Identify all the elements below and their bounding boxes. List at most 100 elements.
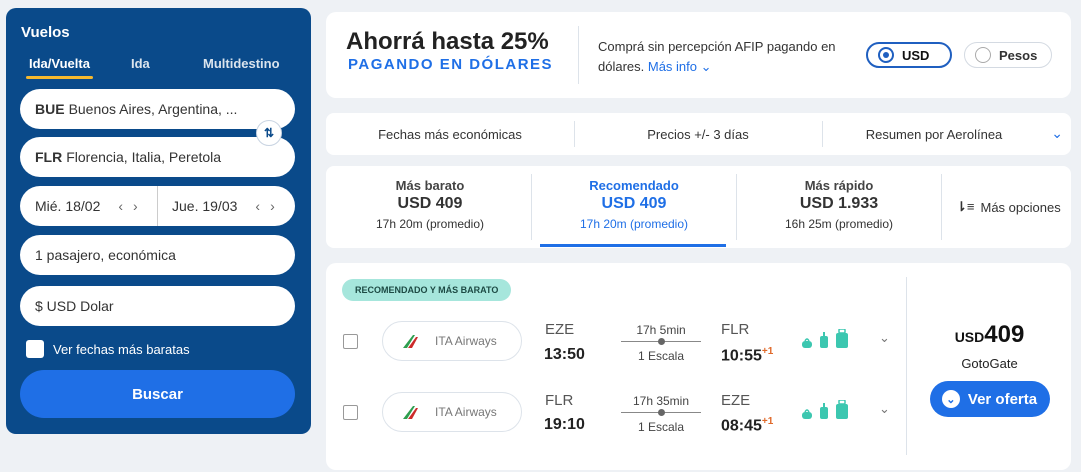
- stops-count: 1 Escala: [637, 349, 685, 363]
- origin-field[interactable]: BUE Buenos Aires, Argentina, ...: [20, 89, 295, 129]
- airline-chip: ITA Airways: [382, 321, 522, 361]
- swap-icon[interactable]: ⇅: [256, 120, 282, 146]
- depart-date-field[interactable]: Mié. 18/02 ‹ ›: [35, 186, 138, 226]
- destination-airport: EZE: [721, 392, 751, 409]
- sort-fastest[interactable]: Más rápido USD 1.933 16h 25m (promedio): [739, 166, 939, 248]
- baggage-icons: [801, 400, 849, 420]
- route-line: [621, 409, 701, 416]
- tab-round-trip[interactable]: Ida/Vuelta: [26, 56, 93, 79]
- view-offer-label: Ver oferta: [967, 390, 1038, 408]
- sort-cheapest[interactable]: Más barato USD 409 17h 20m (promedio): [330, 166, 530, 248]
- flight-duration: 17h 35min: [632, 394, 690, 408]
- origin-airport: EZE: [545, 321, 575, 338]
- plus-day-indicator: +1: [761, 346, 774, 357]
- price-value: 409: [984, 321, 1025, 348]
- sort-label: Más barato: [395, 178, 465, 193]
- currency-field[interactable]: $ USD Dolar: [20, 286, 295, 326]
- leg-checkbox[interactable]: [343, 405, 358, 420]
- chevron-right-icon[interactable]: ›: [133, 198, 138, 214]
- ita-airways-logo: [403, 406, 418, 419]
- arrive-time: 08:45+1: [721, 416, 774, 435]
- checked-bag-icon: [836, 400, 848, 419]
- flight-duration: 17h 5min: [636, 323, 686, 337]
- sort-divider: [941, 174, 942, 240]
- more-info-link[interactable]: Más info ⌄: [648, 59, 712, 74]
- sort-price: USD 409: [601, 195, 667, 212]
- depart-time: 13:50: [544, 346, 585, 363]
- more-options-button[interactable]: ⇂≡ Más opciones: [956, 166, 1061, 248]
- sort-bar: Más barato USD 409 17h 20m (promedio) Re…: [326, 166, 1071, 248]
- sort-recommended[interactable]: Recomendado USD 409 17h 20m (promedio): [534, 166, 734, 248]
- sort-divider: [736, 174, 737, 240]
- sort-label: Más rápido: [804, 178, 874, 193]
- chevron-down-icon: ⌄: [941, 390, 960, 408]
- cheap-dates-option[interactable]: Ver fechas más baratas: [26, 340, 190, 358]
- promo-title: Ahorrá hasta 25%: [346, 28, 549, 55]
- chevron-down-icon[interactable]: ⌄: [879, 401, 890, 417]
- usd-label: USD: [902, 47, 930, 63]
- leg-checkbox[interactable]: [343, 334, 358, 349]
- sort-icon: ⇂≡: [956, 199, 975, 214]
- radio-selected-icon: [878, 47, 894, 63]
- search-button[interactable]: Buscar: [20, 370, 295, 418]
- flight-result-card: RECOMENDADO Y MÁS BARATO ITA Airways EZE…: [326, 263, 1071, 470]
- chevron-down-icon[interactable]: ⌄: [879, 330, 890, 346]
- ita-airways-logo: [403, 335, 418, 348]
- promo-subtitle: PAGANDO EN DÓLARES: [348, 56, 554, 73]
- active-tab-indicator: [540, 244, 726, 247]
- flight-leg-outbound[interactable]: ITA Airways EZE 13:50 17h 5min 1 Escala …: [326, 319, 901, 379]
- baggage-icons: [801, 329, 849, 349]
- pesos-label: Pesos: [999, 47, 1038, 63]
- plus-day-indicator: +1: [761, 416, 774, 427]
- checked-bag-icon: [836, 329, 848, 348]
- chevron-down-icon[interactable]: ⌄: [1051, 125, 1063, 142]
- passengers-field[interactable]: 1 pasajero, económica: [20, 235, 295, 275]
- carry-on-icon: [820, 332, 828, 348]
- personal-item-icon: [802, 409, 812, 419]
- sort-duration: 16h 25m (promedio): [784, 217, 894, 231]
- promo-description: Comprá sin percepción AFIP pagando en dó…: [598, 39, 836, 74]
- depart-time: 19:10: [544, 416, 585, 433]
- chevron-down-icon: ⌄: [700, 59, 712, 74]
- provider-name: GotoGate: [961, 356, 1018, 371]
- origin-code: BUE: [35, 101, 65, 117]
- pesos-option[interactable]: Pesos: [964, 42, 1052, 68]
- airline-name: ITA Airways: [435, 334, 497, 348]
- tab-multi-destination[interactable]: Multidestino: [203, 56, 280, 71]
- stops-count: 1 Escala: [637, 420, 685, 434]
- destination-field[interactable]: FLR Florencia, Italia, Peretola: [20, 137, 295, 177]
- filter-cheapest-dates[interactable]: Fechas más económicas: [326, 113, 574, 155]
- return-date: Jue. 19/03: [172, 198, 238, 214]
- depart-date: Mié. 18/02: [35, 198, 101, 214]
- arrive-time: 10:55+1: [721, 346, 774, 365]
- flight-leg-return[interactable]: ITA Airways FLR 19:10 17h 35min 1 Escala…: [326, 390, 901, 450]
- radio-unselected-icon: [975, 47, 991, 63]
- chevron-left-icon[interactable]: ‹: [255, 198, 260, 214]
- filter-airline-summary[interactable]: Resumen por Aerolínea: [822, 113, 1046, 155]
- chevron-right-icon[interactable]: ›: [270, 198, 275, 214]
- cheap-dates-label: Ver fechas más baratas: [53, 341, 190, 357]
- tab-one-way[interactable]: Ida: [131, 56, 150, 71]
- stop-dot: [658, 409, 665, 416]
- route-line: [621, 338, 701, 345]
- promo-card: Ahorrá hasta 25% PAGANDO EN DÓLARES Comp…: [326, 12, 1071, 98]
- panel-title: Vuelos: [21, 24, 70, 41]
- price-divider: [906, 277, 907, 455]
- sort-price: USD 409: [397, 195, 463, 212]
- stop-dot: [658, 338, 665, 345]
- filter-bar: Fechas más económicas Precios +/- 3 días…: [326, 113, 1071, 155]
- filter-price-range[interactable]: Precios +/- 3 días: [574, 113, 822, 155]
- usd-option[interactable]: USD: [866, 42, 952, 68]
- origin-name: Buenos Aires, Argentina, ...: [68, 101, 238, 117]
- date-divider: [157, 186, 158, 226]
- more-options-label: Más opciones: [980, 199, 1061, 215]
- sort-duration: 17h 20m (promedio): [375, 217, 485, 231]
- return-date-field[interactable]: Jue. 19/03 ‹ ›: [172, 186, 275, 226]
- sort-divider: [531, 174, 532, 240]
- view-offer-button[interactable]: ⌄ Ver oferta: [929, 381, 1050, 417]
- cheap-dates-checkbox[interactable]: [26, 340, 44, 358]
- promo-text: Comprá sin percepción AFIP pagando en dó…: [598, 37, 868, 77]
- airline-name: ITA Airways: [435, 405, 497, 419]
- chevron-left-icon[interactable]: ‹: [118, 198, 123, 214]
- carry-on-icon: [820, 403, 828, 419]
